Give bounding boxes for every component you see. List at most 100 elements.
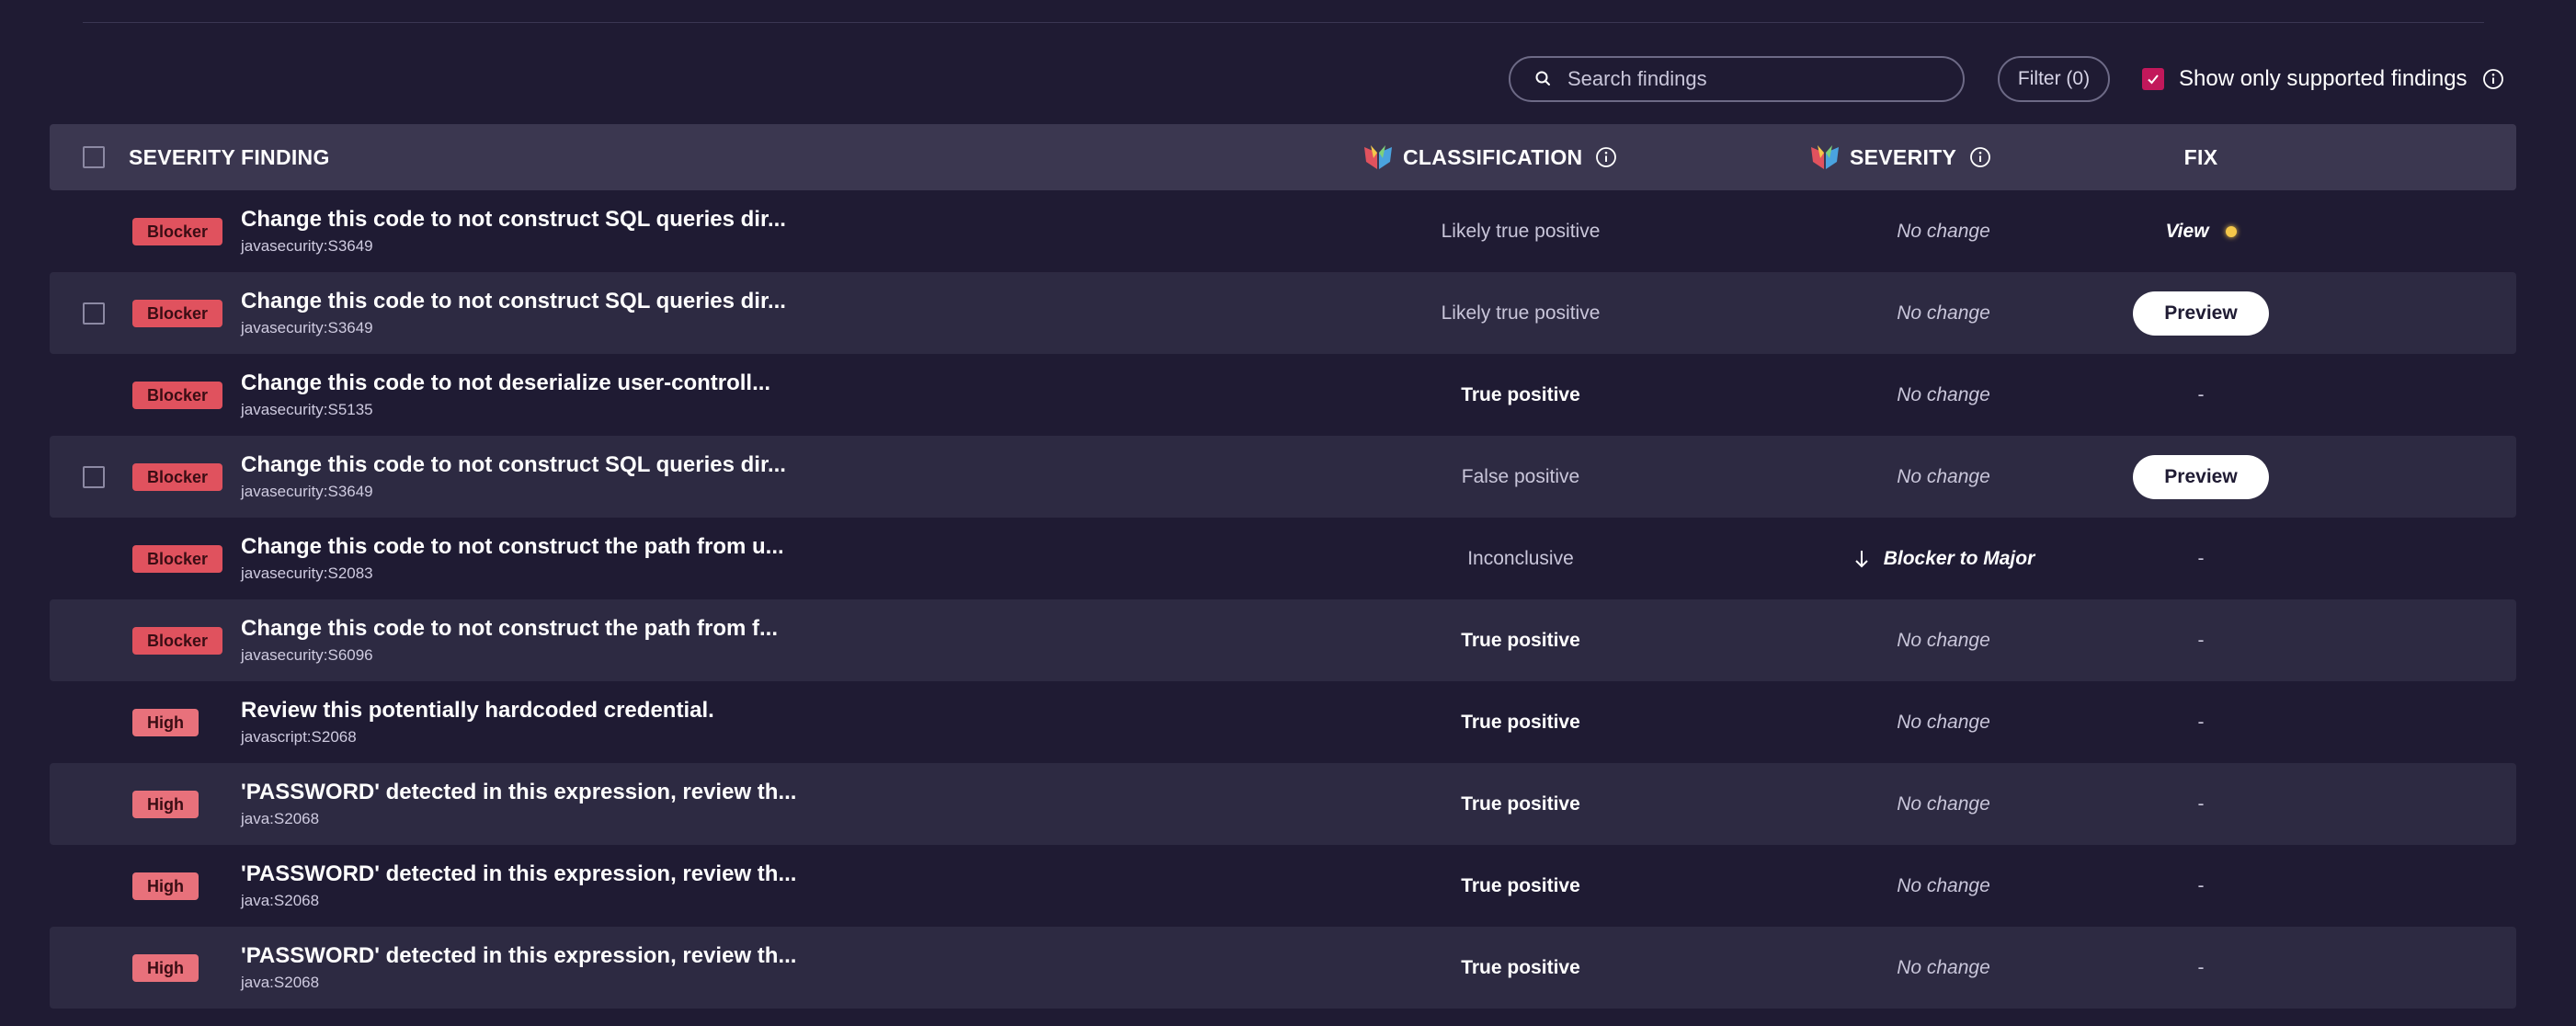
severity-change-cell: No change [1796, 354, 2091, 436]
severity-change-value: No change [1897, 220, 1990, 242]
finding-title[interactable]: Change this code to not construct the pa… [241, 615, 778, 643]
table-row[interactable]: Blocker Change this code to not construct… [50, 518, 2516, 599]
severity-change-value: No change [1897, 629, 1990, 651]
filter-button[interactable]: Filter (0) [1998, 56, 2110, 102]
classification-cell: True positive [1373, 354, 1668, 436]
table-row[interactable]: High 'PASSWORD' detected in this expressi… [50, 927, 2516, 1009]
finding-title[interactable]: 'PASSWORD' detected in this expression, … [241, 861, 796, 888]
header-severity[interactable]: SEVERITY [129, 124, 235, 190]
classification-value: True positive [1461, 383, 1580, 405]
table-row[interactable]: High 'PASSWORD' detected in this expressi… [50, 845, 2516, 927]
finding-title[interactable]: Change this code to not construct SQL qu… [241, 206, 786, 234]
finding-cell[interactable]: 'PASSWORD' detected in this expression, … [241, 927, 796, 1009]
fix-cell: Preview [2127, 436, 2274, 518]
finding-title[interactable]: Change this code to not construct the pa… [241, 533, 784, 561]
finding-cell[interactable]: Review this potentially hardcoded creden… [241, 681, 714, 763]
search-input[interactable] [1567, 67, 1935, 91]
finding-cell[interactable]: Change this code to not deserialize user… [241, 354, 770, 436]
finding-title[interactable]: Change this code to not construct SQL qu… [241, 451, 786, 479]
search-box[interactable] [1509, 56, 1965, 102]
fix-cell: - [2127, 599, 2274, 681]
finding-cell[interactable]: Change this code to not construct the pa… [241, 518, 784, 599]
table-row[interactable]: Blocker Change this code to not construct… [50, 599, 2516, 681]
classification-cell: Likely true positive [1373, 190, 1668, 272]
classification-cell: Inconclusive [1373, 518, 1668, 599]
classification-value: False positive [1461, 465, 1580, 487]
view-link[interactable]: View [2165, 221, 2208, 243]
table-row[interactable]: Blocker Change this code to not construct… [50, 436, 2516, 518]
table-row[interactable]: Blocker Change this code to not deseriali… [50, 354, 2516, 436]
preview-button[interactable]: Preview [2133, 454, 2269, 499]
fix-cell: - [2127, 681, 2274, 763]
info-icon[interactable] [1969, 146, 1991, 168]
supported-checkbox[interactable] [2142, 68, 2164, 90]
severity-change-value: No change [1897, 792, 1990, 815]
fix-empty: - [2197, 792, 2205, 815]
row-checkbox[interactable] [83, 465, 105, 488]
classification-cell: True positive [1373, 599, 1668, 681]
finding-cell[interactable]: 'PASSWORD' detected in this expression, … [241, 763, 796, 845]
table-row[interactable]: Blocker Change this code to not construct… [50, 190, 2516, 272]
finding-title[interactable]: 'PASSWORD' detected in this expression, … [241, 942, 796, 970]
classification-cell: False positive [1373, 436, 1668, 518]
header-fix: FIX [2127, 124, 2274, 190]
preview-button[interactable]: Preview [2133, 291, 2269, 336]
row-select-cell [83, 436, 105, 518]
fix-empty: - [2197, 383, 2205, 405]
severity-badge: Blocker [132, 462, 223, 491]
finding-rule: javasecurity:S3649 [241, 236, 373, 255]
severity-change-cell: No change [1796, 272, 2091, 354]
severity-change-value: No change [1897, 465, 1990, 487]
supported-label: Show only supported findings [2179, 66, 2468, 91]
finding-cell[interactable]: Change this code to not construct the pa… [241, 599, 778, 681]
row-select-cell [83, 272, 105, 354]
finding-cell[interactable]: Change this code to not construct SQL qu… [241, 436, 786, 518]
fix-empty: - [2197, 874, 2205, 896]
finding-cell[interactable]: 'PASSWORD' detected in this expression, … [241, 845, 796, 927]
finding-rule: javasecurity:S3649 [241, 318, 373, 336]
finding-title[interactable]: Change this code to not deserialize user… [241, 370, 770, 397]
info-icon[interactable] [2482, 68, 2504, 90]
severity-change-value: No change [1897, 383, 1990, 405]
finding-cell[interactable]: Change this code to not construct SQL qu… [241, 190, 786, 272]
classification-cell: True positive [1373, 763, 1668, 845]
classification-cell: Likely true positive [1373, 272, 1668, 354]
search-icon [1535, 71, 1550, 86]
severity-cell: Blocker [132, 599, 223, 681]
status-dot-icon [2225, 225, 2237, 237]
severity-badge: Blocker [132, 626, 223, 655]
header-finding[interactable]: FINDING [241, 124, 330, 190]
severity-change-cell: No change [1796, 681, 2091, 763]
severity-change-cell: No change [1796, 599, 2091, 681]
row-checkbox[interactable] [83, 302, 105, 325]
finding-title[interactable]: 'PASSWORD' detected in this expression, … [241, 779, 796, 806]
finding-title[interactable]: Review this potentially hardcoded creden… [241, 697, 714, 724]
fix-cell: - [2127, 354, 2274, 436]
severity-change-value: Blocker to Major [1883, 547, 2035, 569]
header-classification: CLASSIFICATION [1362, 124, 1617, 190]
table-row[interactable]: High Review this potentially hardcoded cr… [50, 681, 2516, 763]
table-row[interactable]: High 'PASSWORD' detected in this expressi… [50, 763, 2516, 845]
finding-rule: javasecurity:S3649 [241, 482, 373, 500]
finding-title[interactable]: Change this code to not construct SQL qu… [241, 288, 786, 315]
ai-logo-icon [1811, 145, 1839, 169]
select-all-checkbox[interactable] [83, 146, 105, 168]
arrow-down-icon [1855, 550, 1868, 567]
severity-change-cell: No change [1796, 845, 2091, 927]
info-icon[interactable] [1595, 146, 1617, 168]
severity-cell: High [132, 763, 199, 845]
fix-empty: - [2197, 547, 2205, 569]
severity-change-value: No change [1897, 302, 1990, 324]
select-all-cell [83, 124, 105, 190]
table-row[interactable]: Blocker Change this code to not construct… [50, 272, 2516, 354]
classification-value: Likely true positive [1441, 220, 1601, 242]
table-header: SEVERITY FINDING CLASSIFICATION SEVERITY… [50, 124, 2516, 190]
fix-cell: - [2127, 763, 2274, 845]
finding-rule: javascript:S2068 [241, 727, 357, 746]
severity-cell: High [132, 845, 199, 927]
finding-cell[interactable]: Change this code to not construct SQL qu… [241, 272, 786, 354]
severity-change-value: No change [1897, 874, 1990, 896]
supported-findings-toggle[interactable]: Show only supported findings [2142, 56, 2504, 102]
severity-change-cell: No change [1796, 927, 2091, 1009]
header-fix-label: FIX [2183, 144, 2218, 169]
